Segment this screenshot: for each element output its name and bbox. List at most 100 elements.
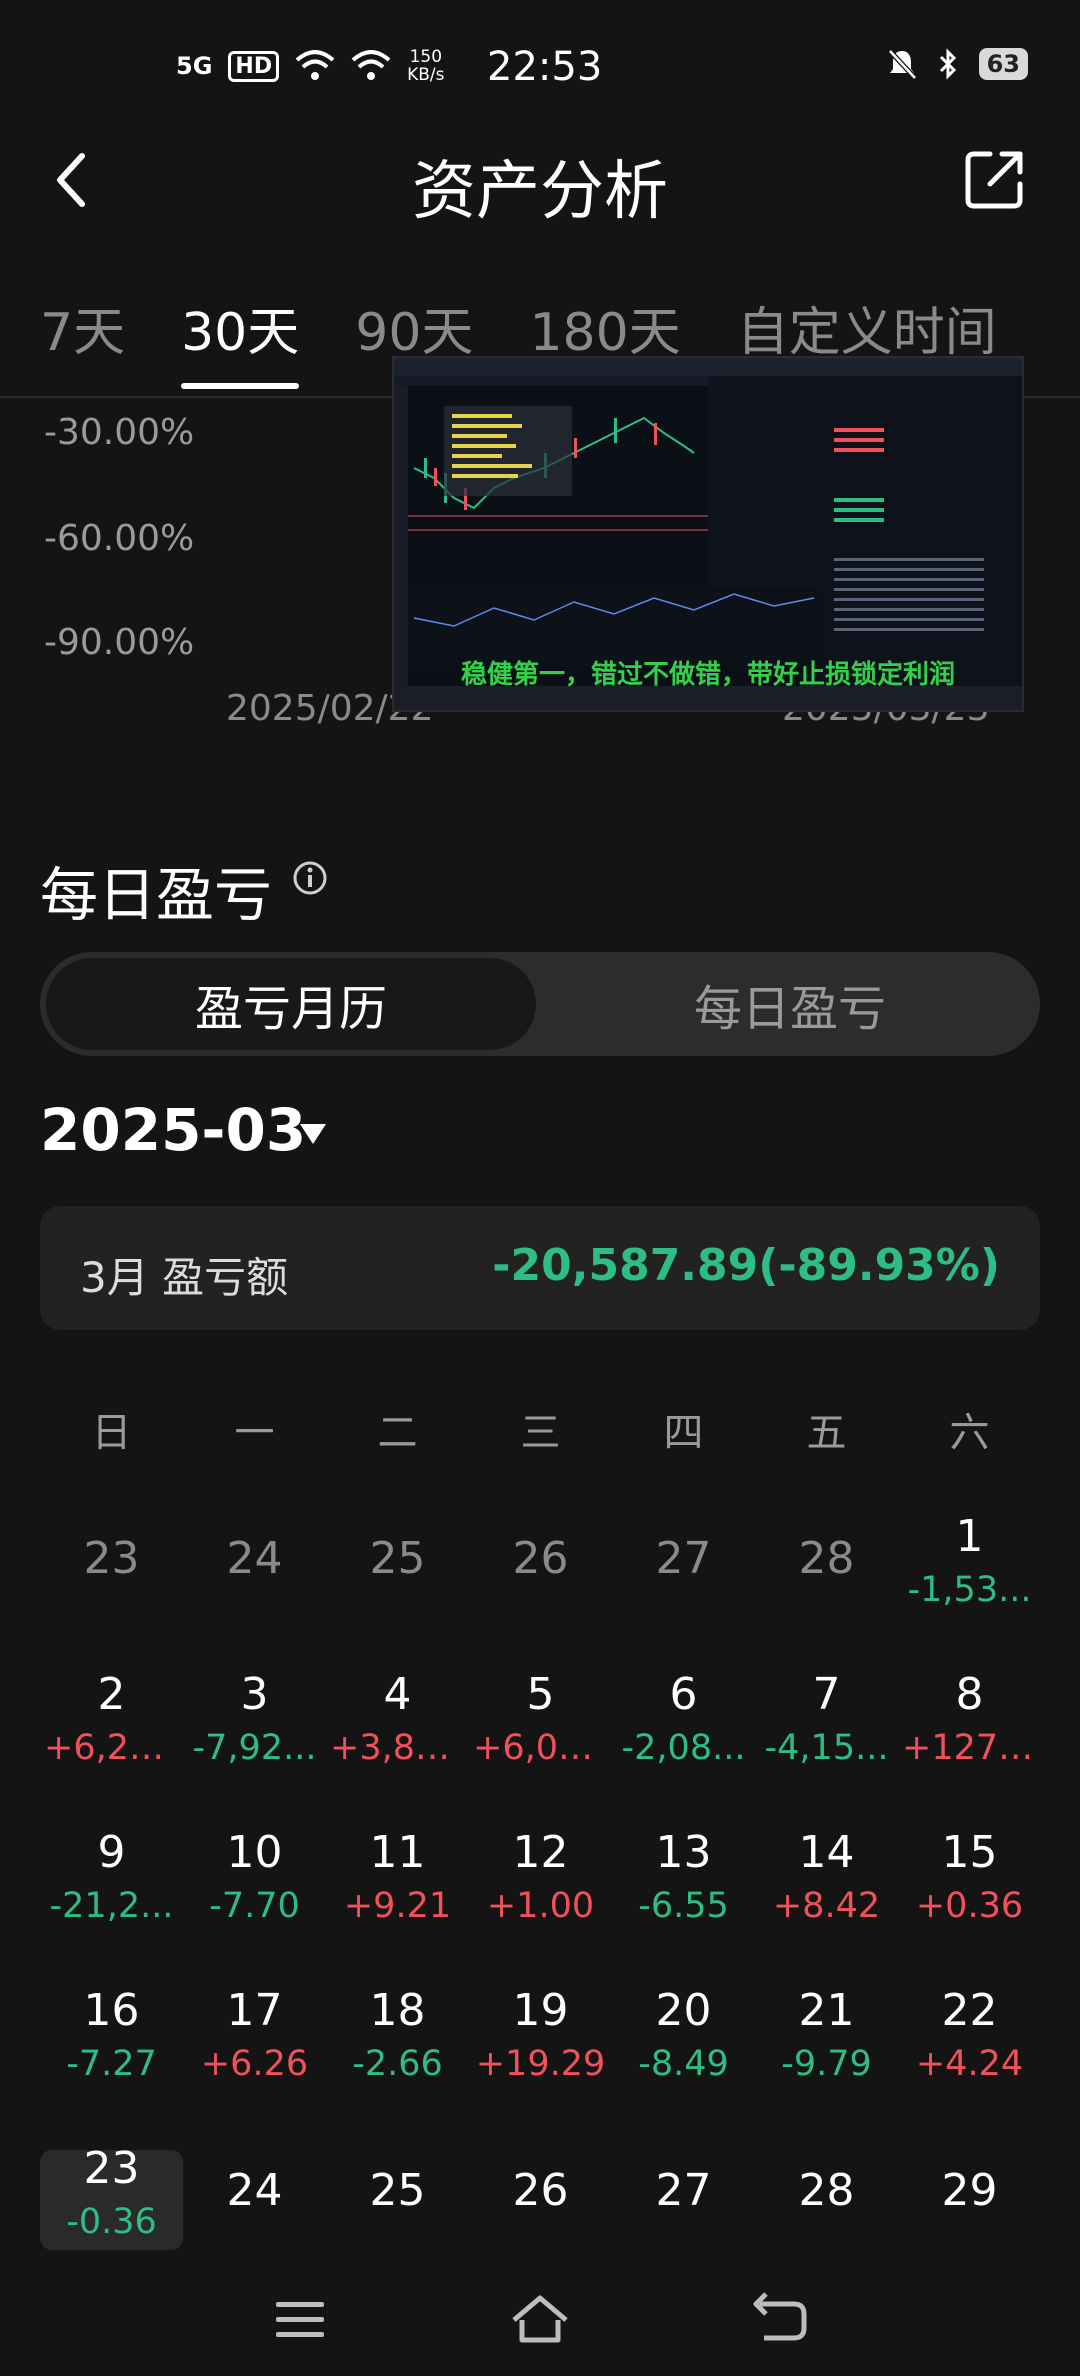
day-number: 5 [526,1669,555,1720]
status-left: 5G HD 150 KB/s [176,48,445,84]
tab-90d[interactable]: 90天 [355,290,473,365]
weekday-label: 四 [663,1410,704,1456]
calendar-day-cell[interactable]: 10 -7.70 [183,1826,326,1976]
day-number: 15 [941,1827,998,1878]
calendar-day-cell[interactable]: 26 [469,1510,612,1660]
calendar-day-cell[interactable]: 18 -2.66 [326,1984,469,2134]
share-icon[interactable] [962,148,1026,212]
day-number: 11 [369,1827,426,1878]
tab-7d[interactable]: 7天 [40,290,125,365]
day-pnl-value: -4,15... [764,1728,889,1768]
calendar-day-cell[interactable]: 23 [40,1510,183,1660]
weekday-label: 五 [806,1410,847,1456]
page-title: 资产分析 [412,155,668,229]
calendar-day-cell[interactable]: 2 +6,28... [40,1668,183,1818]
calendar-day-cell[interactable]: 4 +3,89... [326,1668,469,1818]
calendar-day-cell[interactable]: 9 -21,2... [40,1826,183,1976]
calendar-day-cell[interactable]: 21 -9.79 [755,1984,898,2134]
day-number: 3 [240,1669,269,1720]
day-number: 9 [97,1827,126,1878]
day-number: 19 [512,1985,569,2036]
day-number: 24 [226,1533,283,1584]
caret-down-icon[interactable] [300,1124,326,1144]
day-pnl-value: +8.42 [772,1886,881,1926]
segment-daily[interactable]: 每日盈亏 [540,952,1040,1056]
day-number: 29 [941,2165,998,2216]
wifi-icon [351,50,391,80]
hd-badge: HD [228,50,280,82]
day-pnl-value: +6,04... [473,1728,612,1768]
calendar-day-cell[interactable]: 27 [612,1510,755,1660]
calendar-day-cell[interactable]: 14 +8.42 [755,1826,898,1976]
day-number: 16 [83,1985,140,2036]
status-right: 63 [887,48,1028,80]
calendar-day-cell[interactable]: 16 -7.27 [40,1984,183,2134]
info-icon[interactable] [292,860,328,896]
calendar-day-cell[interactable]: 5 +6,04... [469,1668,612,1818]
calendar-day-cell[interactable]: 17 +6.26 [183,1984,326,2134]
segment-calendar[interactable]: 盈亏月历 [46,958,536,1050]
home-icon[interactable] [510,2290,570,2350]
calendar-day-cell[interactable]: 20 -8.49 [612,1984,755,2134]
calendar-day-cell[interactable]: 11 +9.21 [326,1826,469,1976]
day-number: 6 [669,1669,698,1720]
calendar-day-cell[interactable]: 6 -2,08... [612,1668,755,1818]
calendar-day-cell[interactable]: 3 -7,92... [183,1668,326,1818]
y-tick-label: -60.00% [44,518,195,559]
day-pnl-value: -7.27 [66,2044,157,2084]
calendar-day-cell[interactable]: 24 [183,1510,326,1660]
calendar-day-cell[interactable]: 12 +1.00 [469,1826,612,1976]
day-number: 23 [83,2143,140,2194]
day-pnl-value: +3,89... [330,1728,469,1768]
calendar-day-cell[interactable]: 7 -4,15... [755,1668,898,1818]
tab-30d[interactable]: 30天 [181,290,300,389]
day-number: 14 [798,1827,855,1878]
day-number: 17 [226,1985,283,2036]
summary-label: 3月 盈亏额 [80,1253,289,1302]
day-pnl-value: -21,2... [49,1886,174,1926]
battery-indicator: 63 [978,48,1028,80]
day-pnl-value: +6,28... [44,1728,183,1768]
weekday-label: 三 [520,1410,561,1456]
day-pnl-value: +4.24 [915,2044,1024,2084]
day-number: 4 [383,1669,412,1720]
day-number: 2 [97,1669,126,1720]
weekday-label: 一 [234,1410,275,1456]
day-pnl-value: -6.55 [638,1886,729,1926]
calendar-day-cell[interactable]: 15 +0.36 [898,1826,1041,1976]
weekday-label: 日 [91,1410,132,1456]
calendar-day-cell[interactable]: 28 [755,1510,898,1660]
calendar-day-cell[interactable]: 19 +19.29 [469,1984,612,2134]
calendar-day-cell[interactable]: 13 -6.55 [612,1826,755,1976]
day-number: 12 [512,1827,569,1878]
back-nav-icon[interactable] [750,2290,810,2350]
floating-video-overlay[interactable]: 稳健第一，错过不做错，带好止损锁定利润 [392,356,1024,712]
calendar-day-cell[interactable]: 8 +127.72 [898,1668,1041,1818]
day-pnl-value: -7.70 [209,1886,300,1926]
day-pnl-value: +1.00 [486,1886,595,1926]
day-pnl-value: -9.79 [781,2044,872,2084]
day-pnl-value: +0.36 [915,1886,1024,1926]
y-tick-label: -30.00% [44,412,195,453]
calendar-day-cell[interactable]: 25 [326,1510,469,1660]
day-pnl-value: +9.21 [343,1886,452,1926]
day-number: 18 [369,1985,426,2036]
wifi-icon [295,50,335,80]
network-speed: 150 KB/s [407,48,444,84]
calendar-day-cell[interactable]: 1 -1,53... [898,1510,1041,1660]
day-number: 22 [941,1985,998,2036]
day-number: 25 [369,1533,426,1584]
summary-value: -20,587.89(-89.93%) [492,1240,1000,1291]
tab-custom[interactable]: 自定义时间 [737,290,997,365]
day-pnl-value: +127.72 [902,1728,1041,1768]
day-pnl-value: +6.26 [200,2044,309,2084]
speed-value: 150 [409,47,443,67]
day-pnl-value: -7,92... [192,1728,317,1768]
calendar-day-cell[interactable]: 22 +4.24 [898,1984,1041,2134]
menu-icon[interactable] [270,2290,330,2350]
tab-180d[interactable]: 180天 [529,290,680,365]
day-number: 24 [226,2165,283,2216]
day-number: 26 [512,1533,569,1584]
month-selector[interactable]: 2025-03 [40,1096,306,1164]
day-number: 28 [798,1533,855,1584]
